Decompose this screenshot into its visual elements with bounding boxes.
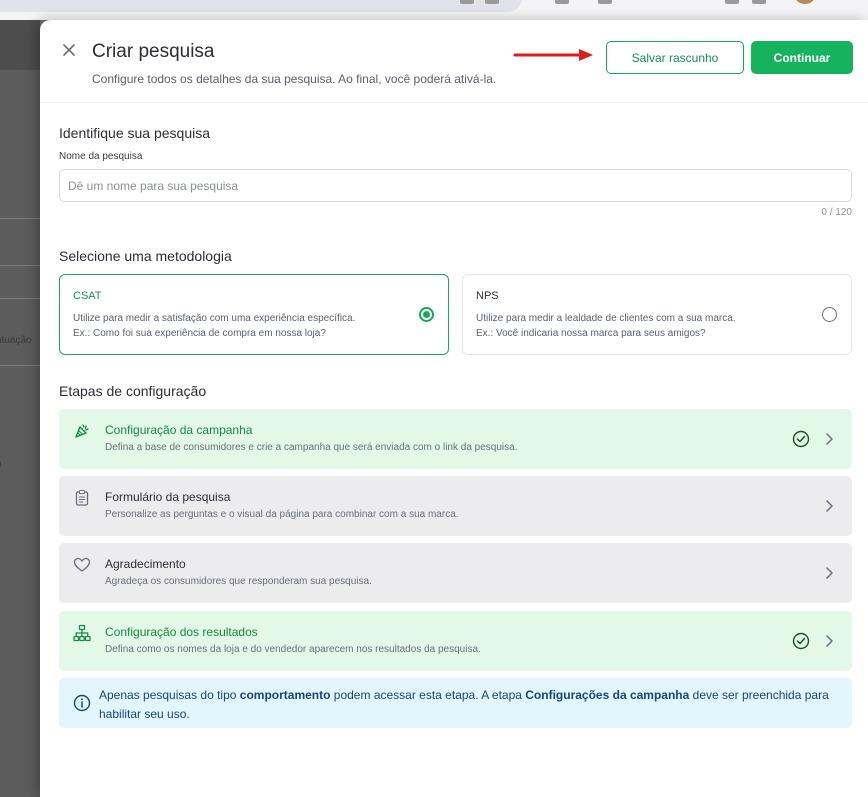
methodology-option-nps[interactable]: NPS Utilize para medir a lealdade de cli…: [462, 274, 852, 355]
hierarchy-icon: [73, 624, 91, 642]
save-draft-button[interactable]: Salvar rascunho: [606, 41, 744, 74]
section-title-identify: Identifique sua pesquisa: [59, 125, 210, 141]
step-thank-you[interactable]: Agradecimento Agradeça os consumidores q…: [59, 543, 852, 603]
background-icon: [598, 0, 612, 4]
character-counter: 0 / 120: [821, 207, 852, 218]
background-icon: [555, 0, 569, 4]
section-title-methodology: Selecione uma metodologia: [59, 248, 232, 264]
section-title-steps: Etapas de configuração: [59, 383, 207, 399]
background-sidebar: ntuação 0: [0, 20, 40, 797]
step-title: Agradecimento: [105, 557, 186, 571]
step-description: Personalize as perguntas e o visual da p…: [105, 509, 459, 520]
avatar: [795, 0, 815, 4]
step-title: Formulário da pesquisa: [105, 490, 231, 504]
survey-name-label: Nome da pesquisa: [59, 151, 143, 162]
red-arrow-icon: [513, 49, 593, 61]
background-icon: [752, 0, 766, 4]
methodology-name: CSAT: [73, 290, 102, 302]
background-sidebar-header: [0, 20, 40, 70]
step-title: Configuração dos resultados: [105, 625, 258, 639]
methodology-option-csat[interactable]: CSAT Utilize para medir a satisfação com…: [59, 274, 449, 355]
close-icon[interactable]: [61, 42, 77, 58]
chevron-right-icon: [826, 635, 833, 647]
step-description: Defina a base de consumidores e crie a c…: [105, 442, 518, 453]
divider: [0, 298, 40, 299]
step-results-config[interactable]: Configuração dos resultados Defina como …: [59, 611, 852, 671]
page-title: Criar pesquisa: [92, 41, 215, 62]
divider: [0, 365, 40, 366]
methodology-example-line: Ex.: Você indicaria nossa marca para seu…: [476, 328, 706, 339]
check-circle-icon: [792, 632, 810, 650]
methodology-example-line: Ex.: Como foi sua experiência de compra …: [73, 328, 326, 339]
methodology-desc-line: Utilize para medir a satisfação com uma …: [73, 313, 356, 324]
background-icon: [460, 0, 474, 4]
step-title: Configuração da campanha: [105, 423, 253, 437]
chevron-right-icon: [826, 500, 833, 512]
radio-selected[interactable]: [419, 307, 434, 322]
clipboard-icon: [75, 489, 89, 506]
background-sidebar-text: 0: [0, 460, 2, 471]
info-text: Apenas pesquisas do tipo comportamento p…: [99, 688, 829, 721]
step-campaign-config[interactable]: Configuração da campanha Defina a base d…: [59, 409, 852, 469]
info-notice: Apenas pesquisas do tipo comportamento p…: [59, 678, 852, 728]
background-search-pill: [0, 0, 522, 12]
chevron-right-icon: [826, 433, 833, 445]
survey-name-input[interactable]: [59, 169, 852, 202]
heart-icon: [73, 557, 91, 572]
background-icon: [485, 0, 499, 4]
continue-button[interactable]: Continuar: [751, 41, 853, 74]
page-subtitle: Configure todos os detalhes da sua pesqu…: [92, 72, 497, 86]
radio-unselected[interactable]: [822, 307, 837, 322]
methodology-desc-line: Utilize para medir a lealdade de cliente…: [476, 313, 736, 324]
info-icon: [73, 694, 91, 712]
step-survey-form[interactable]: Formulário da pesquisa Personalize as pe…: [59, 476, 852, 536]
background-topbar: [0, 0, 868, 20]
methodology-description: Utilize para medir a satisfação com uma …: [73, 311, 355, 341]
divider: [0, 265, 40, 266]
methodology-name: NPS: [476, 290, 499, 302]
chevron-right-icon: [826, 567, 833, 579]
background-sidebar-text: ntuação: [0, 335, 32, 346]
check-circle-icon: [792, 430, 810, 448]
campaign-icon: [75, 424, 89, 438]
create-survey-panel: Criar pesquisa Configure todos os detalh…: [40, 20, 868, 797]
step-description: Agradeça os consumidores que responderam…: [105, 576, 372, 587]
divider: [0, 218, 40, 219]
methodology-description: Utilize para medir a lealdade de cliente…: [476, 311, 736, 341]
panel-header: Criar pesquisa Configure todos os detalh…: [40, 20, 868, 103]
background-icon: [725, 0, 739, 4]
step-description: Defina como os nomes da loja e do vended…: [105, 644, 481, 655]
